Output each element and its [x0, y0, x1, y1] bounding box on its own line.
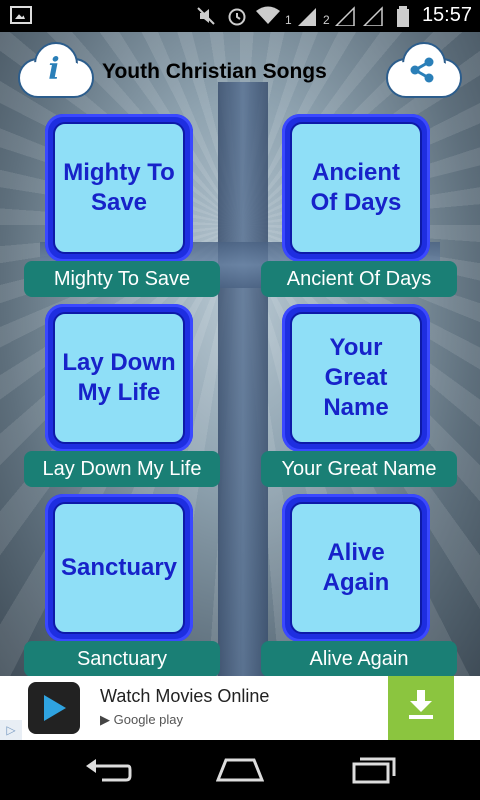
- google-play-icon: ▶: [100, 712, 110, 727]
- cross-background: [218, 82, 268, 676]
- ad-store: ▶ Google play: [100, 712, 183, 728]
- song-label-lay-down-my-life[interactable]: Lay Down My Life: [24, 451, 220, 487]
- signal1-icon: [296, 6, 318, 26]
- alarm-icon: [226, 6, 248, 26]
- status-bar: 1 2 15:57: [0, 0, 480, 32]
- song-label-ancient-of-days[interactable]: Ancient Of Days: [261, 261, 457, 297]
- ad-title[interactable]: Watch Movies Online: [100, 686, 269, 707]
- song-tile-mighty-to-save[interactable]: Mighty To Save: [45, 114, 193, 262]
- ad-app-icon[interactable]: [28, 682, 80, 734]
- song-label-sanctuary[interactable]: Sanctuary: [24, 641, 220, 676]
- main-screen: i Youth Christian Songs Mighty To Save M…: [0, 32, 480, 676]
- song-tile-lay-down-my-life[interactable]: Lay Down My Life: [45, 304, 193, 452]
- song-tile-alive-again[interactable]: Alive Again: [282, 494, 430, 642]
- battery-icon: [396, 6, 410, 27]
- back-icon[interactable]: [84, 756, 132, 784]
- signal2-icon: [334, 6, 356, 27]
- song-tile-text: Your Great Name: [323, 334, 389, 421]
- page-title: Youth Christian Songs: [102, 60, 327, 83]
- song-tile-text: Mighty To Save: [63, 159, 175, 216]
- adchoices-icon[interactable]: ▷: [0, 720, 22, 740]
- ad-banner[interactable]: Watch Movies Online ▶ Google play ▷: [0, 676, 480, 740]
- song-tile-your-great-name[interactable]: Your Great Name: [282, 304, 430, 452]
- wifi-icon: [256, 6, 280, 26]
- info-glyph: i: [48, 52, 60, 87]
- signal3-icon: [362, 6, 384, 27]
- song-label-mighty-to-save[interactable]: Mighty To Save: [24, 261, 220, 297]
- song-tile-text: Ancient Of Days: [310, 159, 402, 216]
- info-cloud-icon[interactable]: i: [12, 38, 96, 100]
- song-tile-text: Alive Again: [322, 539, 390, 596]
- share-cloud-icon[interactable]: [380, 38, 464, 100]
- song-tile-text: Sanctuary: [60, 554, 178, 581]
- download-button[interactable]: [388, 676, 454, 740]
- mute-icon: [196, 6, 216, 26]
- song-label-alive-again[interactable]: Alive Again: [261, 641, 457, 676]
- song-tile-ancient-of-days[interactable]: Ancient Of Days: [282, 114, 430, 262]
- sim2-label: 2: [323, 13, 330, 27]
- sim1-label: 1: [285, 13, 292, 27]
- recents-icon[interactable]: [350, 756, 398, 784]
- song-tile-text: Lay Down My Life: [62, 349, 176, 406]
- gallery-notification-icon: [10, 6, 32, 24]
- song-label-your-great-name[interactable]: Your Great Name: [261, 451, 457, 487]
- share-icon: [410, 57, 434, 83]
- home-icon[interactable]: [216, 756, 264, 784]
- clock: 15:57: [421, 4, 472, 26]
- download-icon: [409, 690, 433, 719]
- navigation-bar: [0, 740, 480, 800]
- song-tile-sanctuary[interactable]: Sanctuary: [45, 494, 193, 642]
- ad-store-label: Google play: [113, 712, 184, 727]
